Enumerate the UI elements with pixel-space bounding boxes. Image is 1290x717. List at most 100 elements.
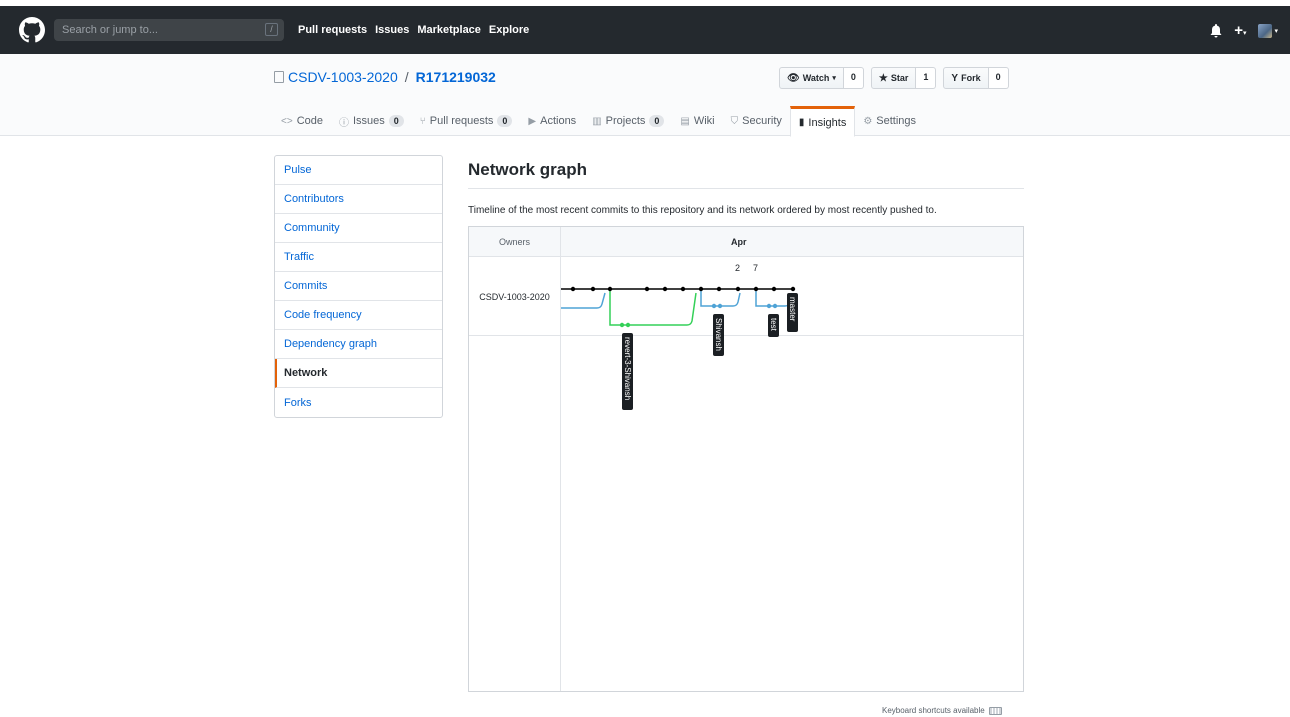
tab-label: Security (742, 115, 782, 127)
repo-name-link[interactable]: R171219032 (416, 69, 496, 85)
watch-count[interactable]: 0 (843, 67, 864, 89)
watch-button[interactable]: 👁 Watch ▾ (779, 67, 844, 89)
tab-label: Wiki (693, 115, 715, 127)
tab-pull-requests[interactable]: ⑂ Pull requests 0 (412, 106, 521, 136)
branch-line-test (755, 289, 793, 307)
nav-issues[interactable]: Issues (375, 24, 409, 36)
chevron-down-icon: ▾ (1274, 27, 1278, 35)
tab-label: Actions (540, 115, 577, 127)
menu-item-network[interactable]: Network (275, 359, 442, 388)
header-actions: +▾ ▾ (1210, 22, 1278, 39)
menu-item-dependency-graph[interactable]: Dependency graph (275, 330, 442, 359)
network-graph-canvas[interactable]: 2 7 revert-3-Shivansh Shivansh test mast… (469, 227, 1025, 427)
shortcuts-label: Keyboard shortcuts available (882, 706, 985, 715)
star-count[interactable]: 1 (916, 67, 937, 89)
day-label: 2 (735, 263, 740, 273)
nav-explore[interactable]: Explore (489, 24, 529, 36)
count-badge: 0 (497, 115, 513, 127)
star-group: ★ Star 1 (870, 67, 937, 89)
fork-group: Y Fork 0 (943, 67, 1009, 89)
github-logo-icon[interactable] (19, 17, 45, 43)
book-icon: ▤ (680, 115, 690, 127)
tab-security[interactable]: ⛉ Security (723, 106, 790, 136)
menu-item-commits[interactable]: Commits (275, 272, 442, 301)
fork-icon: Y (951, 72, 959, 84)
count-badge: 0 (649, 115, 665, 127)
menu-item-traffic[interactable]: Traffic (275, 243, 442, 272)
repo-icon (274, 71, 284, 83)
branch-label: Shivansh (714, 318, 723, 351)
menu-item-pulse[interactable]: Pulse (275, 156, 442, 185)
branch-line-shivansh (700, 289, 741, 307)
branch-tag-revert[interactable]: revert-3-Shivansh (622, 333, 633, 410)
branch-tag-master[interactable]: master (787, 293, 798, 332)
title-divider (468, 188, 1024, 189)
repo-tabs: <> Code ⓘ Issues 0 ⑂ Pull requests 0 ▶ Actions… (273, 106, 924, 137)
tab-label: Code (296, 115, 323, 127)
tab-label: Insights (808, 116, 847, 129)
avatar (1258, 23, 1273, 38)
keyboard-shortcuts-link[interactable]: Keyboard shortcuts available (882, 706, 1002, 715)
nav-pull-requests[interactable]: Pull requests (298, 24, 367, 36)
branch-label: test (769, 318, 778, 332)
menu-item-contributors[interactable]: Contributors (275, 185, 442, 214)
watch-group: 👁 Watch ▾ 0 (779, 67, 864, 89)
commit-dots-blue (711, 303, 778, 309)
issue-icon: ⓘ (338, 117, 349, 129)
menu-item-forks[interactable]: Forks (275, 388, 442, 417)
repo-path-separator: / (404, 69, 409, 85)
tab-actions[interactable]: ▶ Actions (520, 106, 584, 136)
network-graph[interactable]: Owners Apr CSDV-1003-2020 2 7 revert-3-S… (468, 226, 1024, 692)
tab-label: Projects (605, 115, 646, 127)
search-placeholder: Search or jump to... (62, 24, 158, 36)
repo-header: CSDV-1003-2020 / R171219032 👁 Watch ▾ 0 … (0, 54, 1290, 137)
star-icon: ★ (878, 72, 888, 84)
menu-item-code-frequency[interactable]: Code frequency (275, 301, 442, 330)
search-input[interactable]: Search or jump to... / (54, 19, 284, 41)
graph-icon: ▮ (798, 117, 805, 128)
star-label: Star (890, 73, 909, 83)
branch-tag-shivansh[interactable]: Shivansh (713, 314, 724, 356)
plus-icon: + (1234, 22, 1243, 39)
play-icon: ▶ (528, 115, 537, 127)
keyboard-icon (988, 706, 1002, 715)
fork-count[interactable]: 0 (988, 67, 1009, 89)
eye-icon: 👁 (787, 72, 800, 84)
code-icon: <> (281, 115, 293, 127)
user-menu-dropdown[interactable]: ▾ (1258, 23, 1278, 38)
search-shortcut-key: / (265, 23, 278, 36)
tab-settings[interactable]: ⚙ Settings (855, 106, 924, 136)
tab-label: Pull requests (429, 115, 494, 127)
project-icon: ▥ (592, 115, 602, 127)
fork-line (561, 292, 606, 309)
chevron-down-icon: ▾ (832, 75, 836, 82)
gear-icon: ⚙ (863, 115, 873, 127)
tab-wiki[interactable]: ▤ Wiki (672, 106, 722, 136)
tab-label: Settings (876, 115, 917, 127)
global-header: Search or jump to... / Pull requests Iss… (0, 6, 1290, 54)
tab-issues[interactable]: ⓘ Issues 0 (331, 106, 412, 136)
tab-label: Issues (352, 115, 385, 127)
create-new-dropdown[interactable]: +▾ (1234, 22, 1246, 39)
tab-projects[interactable]: ▥ Projects 0 (584, 106, 672, 136)
star-button[interactable]: ★ Star (870, 67, 917, 89)
branch-label: revert-3-Shivansh (623, 337, 632, 400)
branch-label: master (788, 297, 797, 322)
fork-button[interactable]: Y Fork (943, 67, 989, 89)
menu-item-community[interactable]: Community (275, 214, 442, 243)
count-badge: 0 (388, 115, 404, 127)
nav-marketplace[interactable]: Marketplace (417, 24, 481, 36)
page-title: Network graph (468, 160, 588, 179)
repo-owner-link[interactable]: CSDV-1003-2020 (288, 69, 398, 85)
insights-menu: Pulse Contributors Community Traffic Com… (274, 155, 443, 418)
repo-title: CSDV-1003-2020 / R171219032 (274, 69, 496, 85)
watch-label: Watch (802, 73, 830, 83)
tab-code[interactable]: <> Code (273, 106, 331, 136)
tab-insights[interactable]: ▮ Insights (789, 106, 856, 137)
bell-icon[interactable] (1210, 23, 1222, 38)
chevron-down-icon: ▾ (1242, 30, 1247, 37)
repo-actions: 👁 Watch ▾ 0 ★ Star 1 Y Fork 0 (779, 67, 1009, 89)
fork-label: Fork (961, 73, 981, 83)
branch-tag-test[interactable]: test (768, 314, 779, 337)
page-description: Timeline of the most recent commits to t… (468, 205, 937, 216)
